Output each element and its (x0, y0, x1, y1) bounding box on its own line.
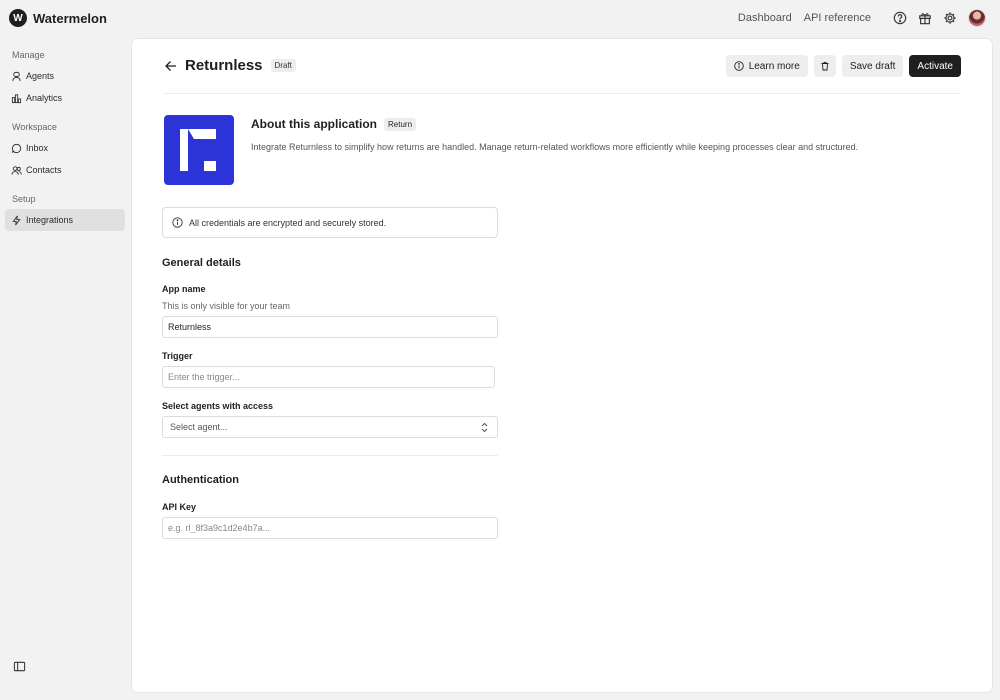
avatar[interactable] (968, 9, 986, 27)
sidebar-item-inbox[interactable]: Inbox (5, 137, 125, 159)
header-divider (163, 93, 961, 94)
section-divider (162, 455, 498, 456)
header-actions: Learn more Save draft Activate (720, 55, 961, 77)
trigger-input[interactable] (162, 366, 495, 388)
sidebar-item-label: Analytics (26, 93, 63, 103)
sidebar-heading-workspace: Workspace (12, 122, 57, 132)
sidebar-item-label: Contacts (26, 165, 62, 175)
security-notice-text: All credentials are encrypted and secure… (189, 217, 387, 228)
general-details-heading: General details (162, 257, 241, 269)
about-header: About this application Return (251, 117, 417, 131)
main-panel: Returnless Draft Learn more Save draft A… (131, 38, 993, 693)
learn-more-label: Learn more (748, 60, 800, 72)
back-arrow-icon[interactable] (164, 59, 178, 73)
agent-select-placeholder: Select agent... (170, 422, 228, 432)
sidebar-item-contacts[interactable]: Contacts (5, 159, 125, 181)
authentication-heading: Authentication (162, 474, 239, 486)
status-badge: Draft (270, 59, 296, 72)
page-header: Returnless Draft (164, 57, 296, 74)
app-name-help: This is only visible for your team (162, 301, 291, 311)
sidebar-item-label: Agents (26, 71, 55, 81)
agents-icon (12, 71, 21, 81)
chevron-up-down-icon (481, 422, 488, 433)
api-key-input[interactable] (162, 517, 498, 539)
analytics-icon (11, 93, 22, 103)
brand-logo: W (9, 9, 27, 27)
agent-select[interactable]: Select agent... (162, 416, 498, 438)
top-bar: W Watermelon Dashboard API reference (0, 0, 1000, 38)
sidebar-item-label: Integrations (26, 215, 74, 225)
dashboard-link[interactable]: Dashboard (738, 12, 792, 24)
lightning-icon (12, 215, 21, 225)
trash-icon (821, 61, 829, 71)
sidebar-heading-manage: Manage (12, 50, 45, 60)
sidebar-item-label: Inbox (26, 143, 49, 153)
sidebar: Manage Agents Analytics Workspace Inbox … (0, 38, 131, 700)
sidebar-collapse-icon[interactable] (13, 660, 26, 673)
category-badge: Return (384, 117, 417, 131)
returnless-logo (164, 115, 234, 185)
page-title: Returnless (185, 57, 263, 74)
agents-label: Select agents with access (162, 401, 274, 411)
inbox-icon (11, 143, 22, 153)
app-name-input[interactable] (162, 316, 498, 338)
gear-icon[interactable] (942, 10, 958, 26)
app-name-label: App name (162, 284, 206, 294)
save-draft-button[interactable]: Save draft (841, 55, 904, 77)
sidebar-item-analytics[interactable]: Analytics (5, 87, 125, 109)
brand[interactable]: W Watermelon (9, 9, 107, 27)
sidebar-heading-setup: Setup (12, 194, 36, 204)
about-description: Integrate Returnless to simplify how ret… (251, 142, 859, 152)
contacts-icon (11, 165, 22, 175)
help-icon[interactable] (892, 10, 908, 26)
info-icon (172, 217, 183, 228)
learn-more-button[interactable]: Learn more (725, 55, 808, 77)
activate-button[interactable]: Activate (909, 55, 961, 77)
info-icon (733, 61, 744, 71)
brand-name: Watermelon (33, 10, 107, 26)
delete-button[interactable] (813, 55, 836, 77)
api-key-label: API Key (162, 502, 197, 512)
gift-icon[interactable] (917, 10, 933, 26)
security-notice: All credentials are encrypted and secure… (162, 207, 498, 238)
trigger-label: Trigger (162, 351, 193, 361)
sidebar-item-agents[interactable]: Agents (5, 65, 125, 87)
api-reference-link[interactable]: API reference (804, 12, 871, 24)
about-title: About this application (251, 117, 377, 131)
sidebar-item-integrations[interactable]: Integrations (5, 209, 125, 231)
top-nav: Dashboard API reference (738, 9, 986, 27)
